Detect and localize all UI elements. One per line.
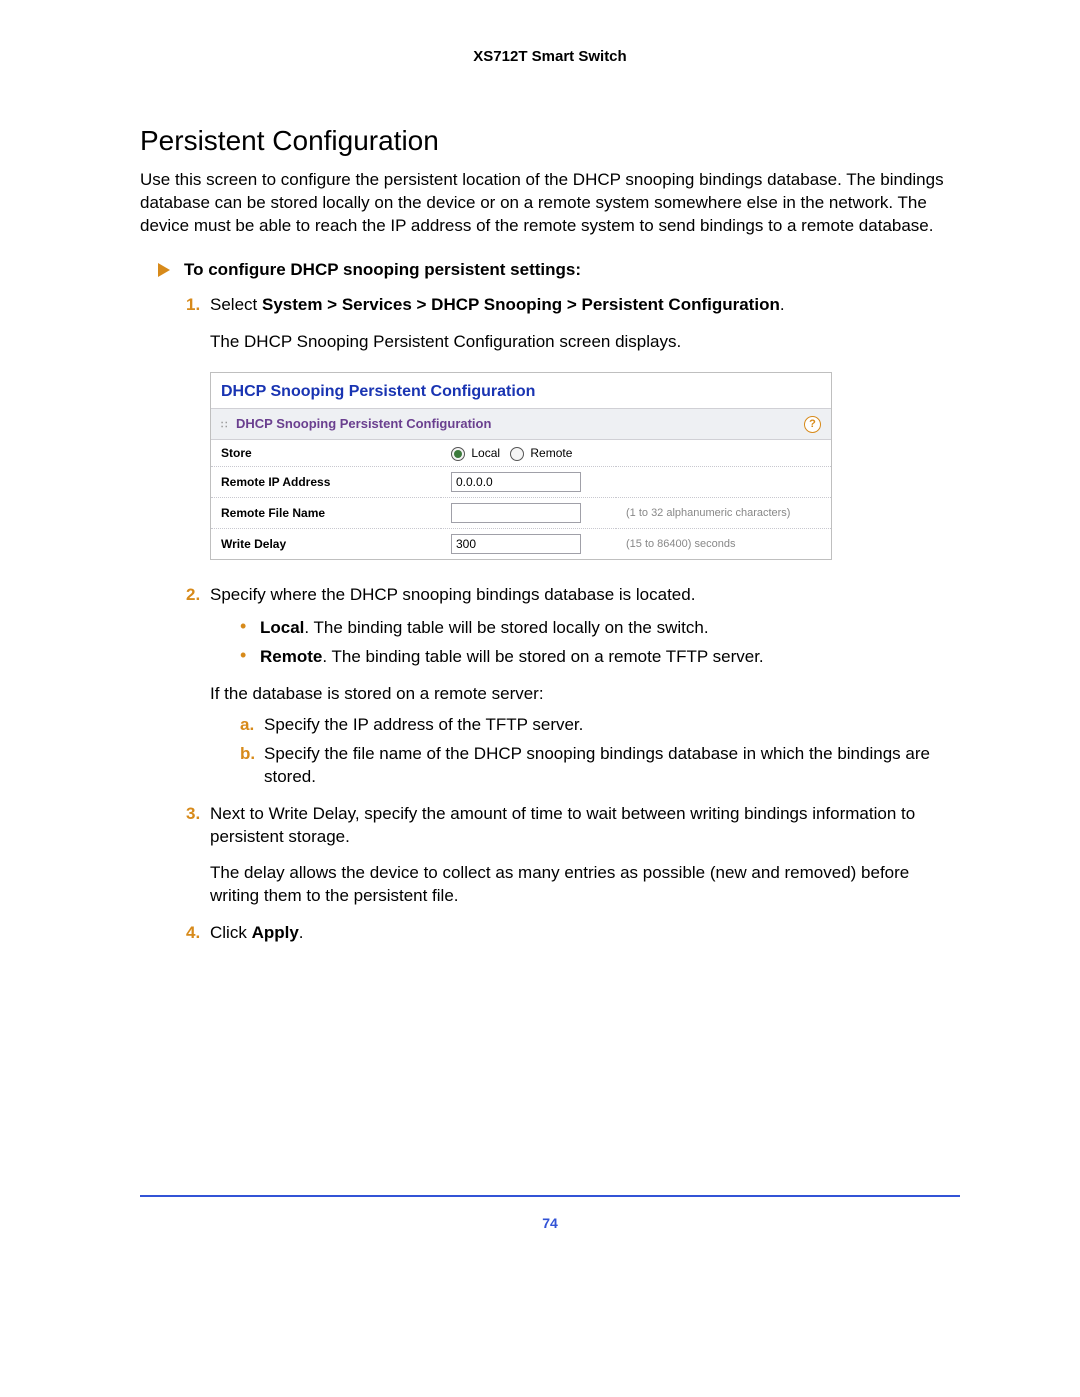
row-remote-file: Remote File Name (1 to 32 alphanumeric c… [211, 498, 831, 529]
panel-title-sub: ∷ DHCP Snooping Persistent Configuration… [211, 408, 831, 440]
step-3-text: Next to Write Delay, specify the amount … [210, 804, 915, 846]
step-3: 3. Next to Write Delay, specify the amou… [186, 803, 960, 909]
label-remote-ip: Remote IP Address [211, 467, 441, 498]
radio-remote-label: Remote [530, 446, 572, 460]
config-panel: DHCP Snooping Persistent Configuration ∷… [210, 372, 832, 560]
step-3-para: The delay allows the device to collect a… [210, 862, 960, 908]
substep-a-text: Specify the IP address of the TFTP serve… [264, 715, 583, 734]
step-1-pre: Select [210, 295, 262, 314]
step-1-post: . [780, 295, 785, 314]
radio-local-label: Local [471, 446, 500, 460]
step-4-button-name: Apply [252, 923, 299, 942]
input-remote-ip[interactable] [451, 472, 581, 492]
task-heading: To configure DHCP snooping persistent se… [158, 260, 960, 280]
substep-a-label: a. [240, 714, 254, 737]
substep-b: b. Specify the file name of the DHCP sno… [240, 743, 960, 789]
step-4-post: . [299, 923, 304, 942]
panel-title-main: DHCP Snooping Persistent Configuration [211, 373, 831, 409]
step-2-text: Specify where the DHCP snooping bindings… [210, 585, 695, 604]
label-write-delay: Write Delay [211, 529, 441, 560]
radio-local[interactable] [451, 447, 465, 461]
bullet-local-label: Local [260, 618, 304, 637]
page-header: XS712T Smart Switch [140, 48, 960, 65]
bullet-remote: Remote. The binding table will be stored… [240, 646, 960, 669]
panel-title-sub-text: DHCP Snooping Persistent Configuration [236, 416, 491, 431]
input-write-delay[interactable] [451, 534, 581, 554]
substep-b-label: b. [240, 743, 255, 766]
hint-write-delay: (15 to 86400) seconds [616, 529, 831, 560]
input-remote-file[interactable] [451, 503, 581, 523]
label-remote-file: Remote File Name [211, 498, 441, 529]
label-store: Store [211, 440, 441, 467]
arrow-right-icon [158, 263, 170, 277]
step-1: 1. Select System > Services > DHCP Snoop… [186, 294, 960, 560]
grip-icon: ∷ [221, 420, 226, 431]
substep-a: a. Specify the IP address of the TFTP se… [240, 714, 960, 737]
task-heading-text: To configure DHCP snooping persistent se… [184, 260, 581, 280]
step-2: 2. Specify where the DHCP snooping bindi… [186, 584, 960, 789]
row-store: Store Local Remote [211, 440, 831, 467]
step-2-number: 2. [186, 584, 200, 607]
bullet-local-desc: . The binding table will be stored local… [304, 618, 708, 637]
page-number: 74 [140, 1215, 960, 1231]
footer-divider [140, 1195, 960, 1197]
bullet-local: Local. The binding table will be stored … [240, 617, 960, 640]
radio-remote[interactable] [510, 447, 524, 461]
row-write-delay: Write Delay (15 to 86400) seconds [211, 529, 831, 560]
section-title: Persistent Configuration [140, 125, 960, 157]
help-icon[interactable]: ? [804, 416, 821, 433]
hint-remote-file: (1 to 32 alphanumeric characters) [616, 498, 831, 529]
step-1-followup: The DHCP Snooping Persistent Configurati… [210, 331, 960, 354]
step-4-number: 4. [186, 922, 200, 945]
bullet-remote-desc: . The binding table will be stored on a … [322, 647, 763, 666]
step-4-pre: Click [210, 923, 252, 942]
config-form: Store Local Remote Remote IP Address [211, 440, 831, 559]
step-2-cond: If the database is stored on a remote se… [210, 683, 960, 706]
step-3-number: 3. [186, 803, 200, 826]
row-remote-ip: Remote IP Address [211, 467, 831, 498]
section-intro: Use this screen to configure the persist… [140, 169, 960, 238]
step-1-number: 1. [186, 294, 200, 317]
substep-b-text: Specify the file name of the DHCP snoopi… [264, 744, 930, 786]
bullet-remote-label: Remote [260, 647, 322, 666]
step-4: 4. Click Apply. [186, 922, 960, 945]
step-1-nav: System > Services > DHCP Snooping > Pers… [262, 295, 780, 314]
